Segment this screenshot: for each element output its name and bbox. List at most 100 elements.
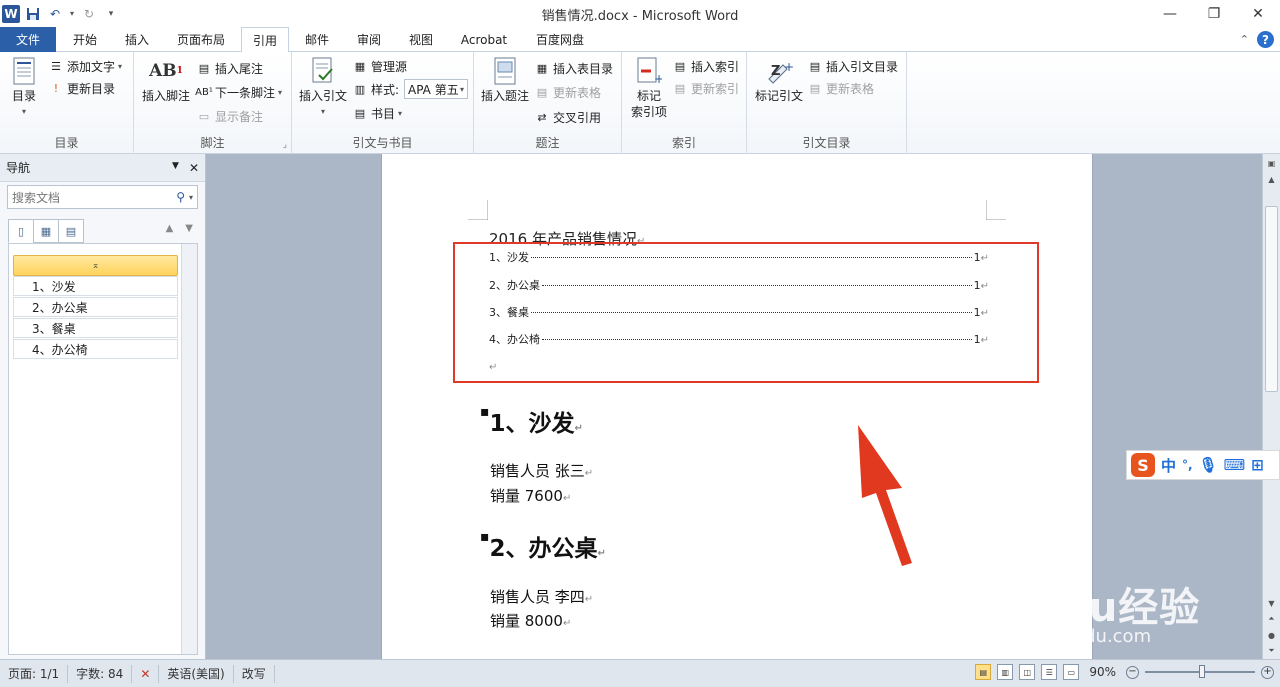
nav-item-dining-table[interactable]: 3、餐桌: [13, 318, 178, 338]
help-icon[interactable]: ?: [1257, 31, 1274, 48]
show-notes-button[interactable]: ▭ 显示备注: [196, 106, 263, 126]
mark-citation-button[interactable]: Z + 标记引文: [751, 56, 807, 104]
results-view-icon[interactable]: ▤: [58, 219, 84, 243]
insert-caption-button[interactable]: 插入题注: [479, 56, 531, 104]
tab-view[interactable]: 视图: [396, 27, 446, 52]
minimize-icon[interactable]: —: [1148, 0, 1192, 27]
salesperson-line[interactable]: 销售人员 李四↵: [490, 586, 593, 607]
update-toc-button[interactable]: ! 更新目录: [48, 78, 115, 98]
pages-view-icon[interactable]: ▦: [33, 219, 59, 243]
tab-page-layout[interactable]: 页面布局: [164, 27, 238, 52]
toc-entry[interactable]: 1、沙发 1 ↵: [489, 249, 989, 265]
toc-entry[interactable]: 3、餐桌 1 ↵: [489, 304, 989, 320]
update-figures-table-button[interactable]: ▤ 更新表格: [534, 82, 601, 102]
chevron-down-icon[interactable]: ▾: [189, 193, 193, 202]
next-heading-icon[interactable]: ▼: [185, 223, 193, 234]
insert-table-of-figures-button[interactable]: ▦ 插入表目录: [534, 58, 613, 78]
toc-entry[interactable]: 4、办公椅 1 ↵: [489, 331, 989, 347]
ime-punct-toggle[interactable]: °,: [1182, 458, 1193, 472]
microphone-icon[interactable]: 🎙: [1199, 456, 1218, 474]
previous-page-icon[interactable]: ⏶: [1263, 612, 1280, 626]
tab-mailings[interactable]: 邮件: [292, 27, 342, 52]
ime-skin-icon[interactable]: ⊞: [1251, 456, 1264, 474]
print-layout-view-icon[interactable]: ▤: [975, 664, 992, 680]
undo-dropdown-icon[interactable]: ▾: [68, 5, 76, 23]
nav-scrollbar[interactable]: [181, 244, 197, 654]
cross-reference-button[interactable]: ⇄ 交叉引用: [534, 107, 601, 127]
search-input[interactable]: 搜索文档: [12, 189, 60, 206]
status-proofing[interactable]: ✕: [132, 664, 160, 683]
mark-entry-button[interactable]: + 标记 索引项: [626, 56, 672, 120]
tab-baidu-netdisk[interactable]: 百度网盘: [524, 27, 596, 52]
scrollbar-thumb[interactable]: [1265, 206, 1278, 392]
undo-icon[interactable]: ↶: [46, 5, 64, 23]
minimize-ribbon-icon[interactable]: ⌃: [1240, 33, 1249, 46]
previous-heading-icon[interactable]: ▲: [166, 223, 174, 234]
draft-view-icon[interactable]: ▭: [1063, 664, 1080, 680]
toc-entry[interactable]: 2、办公桌 1 ↵: [489, 277, 989, 293]
citation-style-select[interactable]: APA 第五 ▾: [404, 79, 468, 99]
select-browse-object-icon[interactable]: ●: [1263, 628, 1280, 642]
zoom-slider-thumb[interactable]: [1199, 665, 1205, 678]
update-toa-button[interactable]: ▤ 更新表格: [807, 78, 874, 98]
full-screen-reading-icon[interactable]: ▥: [997, 664, 1014, 680]
search-icon[interactable]: ⚲: [176, 190, 185, 204]
nav-item-desk[interactable]: 2、办公桌: [13, 297, 178, 317]
nav-collapse-heading[interactable]: ⌅: [13, 255, 178, 276]
sogou-logo-icon[interactable]: S: [1131, 453, 1155, 477]
keyboard-icon[interactable]: ⌨: [1224, 456, 1246, 474]
zoom-in-icon[interactable]: +: [1261, 665, 1274, 679]
status-page[interactable]: 页面: 1/1: [0, 664, 69, 683]
paragraph-mark: ↵: [489, 362, 498, 373]
bibliography-button[interactable]: ▤ 书目 ▾: [352, 103, 402, 123]
tab-home[interactable]: 开始: [60, 27, 110, 52]
next-footnote-button[interactable]: AB¹ 下一条脚注 ▾: [195, 82, 282, 102]
dialog-launcher-icon[interactable]: ⌟: [283, 140, 287, 150]
insert-index-button[interactable]: ▤ 插入索引: [672, 56, 739, 76]
nav-menu-icon[interactable]: ▼: [172, 161, 179, 175]
tab-review[interactable]: 审阅: [344, 27, 394, 52]
manage-sources-button[interactable]: ▦ 管理源: [352, 56, 407, 76]
nav-item-sofa[interactable]: 1、沙发: [13, 276, 178, 296]
tab-references[interactable]: 引用: [241, 27, 289, 53]
status-insert-mode[interactable]: 改写: [234, 664, 275, 683]
headings-view-icon[interactable]: ▯: [8, 219, 34, 243]
scroll-up-icon[interactable]: ▲: [1263, 172, 1280, 186]
tab-insert[interactable]: 插入: [112, 27, 162, 52]
insert-endnote-button[interactable]: ▤ 插入尾注: [196, 58, 263, 78]
insert-citation-button[interactable]: 插入引文 ▾: [297, 56, 349, 120]
document-vertical-scrollbar[interactable]: ▣ ▲ ▼ ⏶ ● ⏷: [1262, 154, 1280, 659]
outline-view-icon[interactable]: ☰: [1041, 664, 1058, 680]
nav-close-icon[interactable]: ✕: [189, 161, 199, 175]
ruler-toggle-icon[interactable]: ▣: [1263, 156, 1280, 170]
insert-footnote-button[interactable]: AB 1 插入脚注: [140, 56, 192, 104]
update-index-button[interactable]: ▤ 更新索引: [672, 78, 739, 98]
scroll-down-icon[interactable]: ▼: [1263, 596, 1280, 610]
restore-icon[interactable]: ❐: [1192, 0, 1236, 27]
salesperson-line[interactable]: 销售人员 张三↵: [490, 460, 593, 481]
redo-icon[interactable]: ↻: [80, 5, 98, 23]
ime-mode-toggle[interactable]: 中: [1161, 455, 1176, 476]
web-layout-icon[interactable]: ◫: [1019, 664, 1036, 680]
word-logo-icon[interactable]: W: [2, 4, 20, 23]
nav-search-box[interactable]: 搜索文档 ⚲ ▾: [7, 185, 198, 209]
toc-button[interactable]: 目录 ▾: [6, 56, 42, 120]
status-language[interactable]: 英语(美国): [159, 664, 234, 683]
next-page-icon[interactable]: ⏷: [1263, 644, 1280, 658]
section-heading[interactable]: ▪1、沙发↵: [480, 404, 583, 438]
save-icon[interactable]: [24, 5, 42, 23]
tab-file[interactable]: 文件: [0, 27, 56, 52]
zoom-slider[interactable]: [1145, 665, 1255, 678]
insert-toa-button[interactable]: ▤ 插入引文目录: [807, 56, 898, 76]
status-word-count[interactable]: 字数: 84: [68, 664, 133, 683]
section-heading[interactable]: ▪2、办公桌↵: [480, 529, 606, 563]
nav-item-office-chair[interactable]: 4、办公椅: [13, 339, 178, 359]
tab-acrobat[interactable]: Acrobat: [450, 27, 518, 52]
sales-volume-line[interactable]: 销量 7600↵: [490, 485, 571, 506]
zoom-out-icon[interactable]: −: [1126, 665, 1139, 679]
sales-volume-line[interactable]: 销量 8000↵: [490, 610, 571, 631]
close-icon[interactable]: ✕: [1236, 0, 1280, 27]
add-text-button[interactable]: ☰ 添加文字 ▾: [48, 56, 122, 76]
zoom-level[interactable]: 90%: [1089, 665, 1116, 679]
customize-toolbar-icon[interactable]: ▾: [102, 5, 120, 23]
